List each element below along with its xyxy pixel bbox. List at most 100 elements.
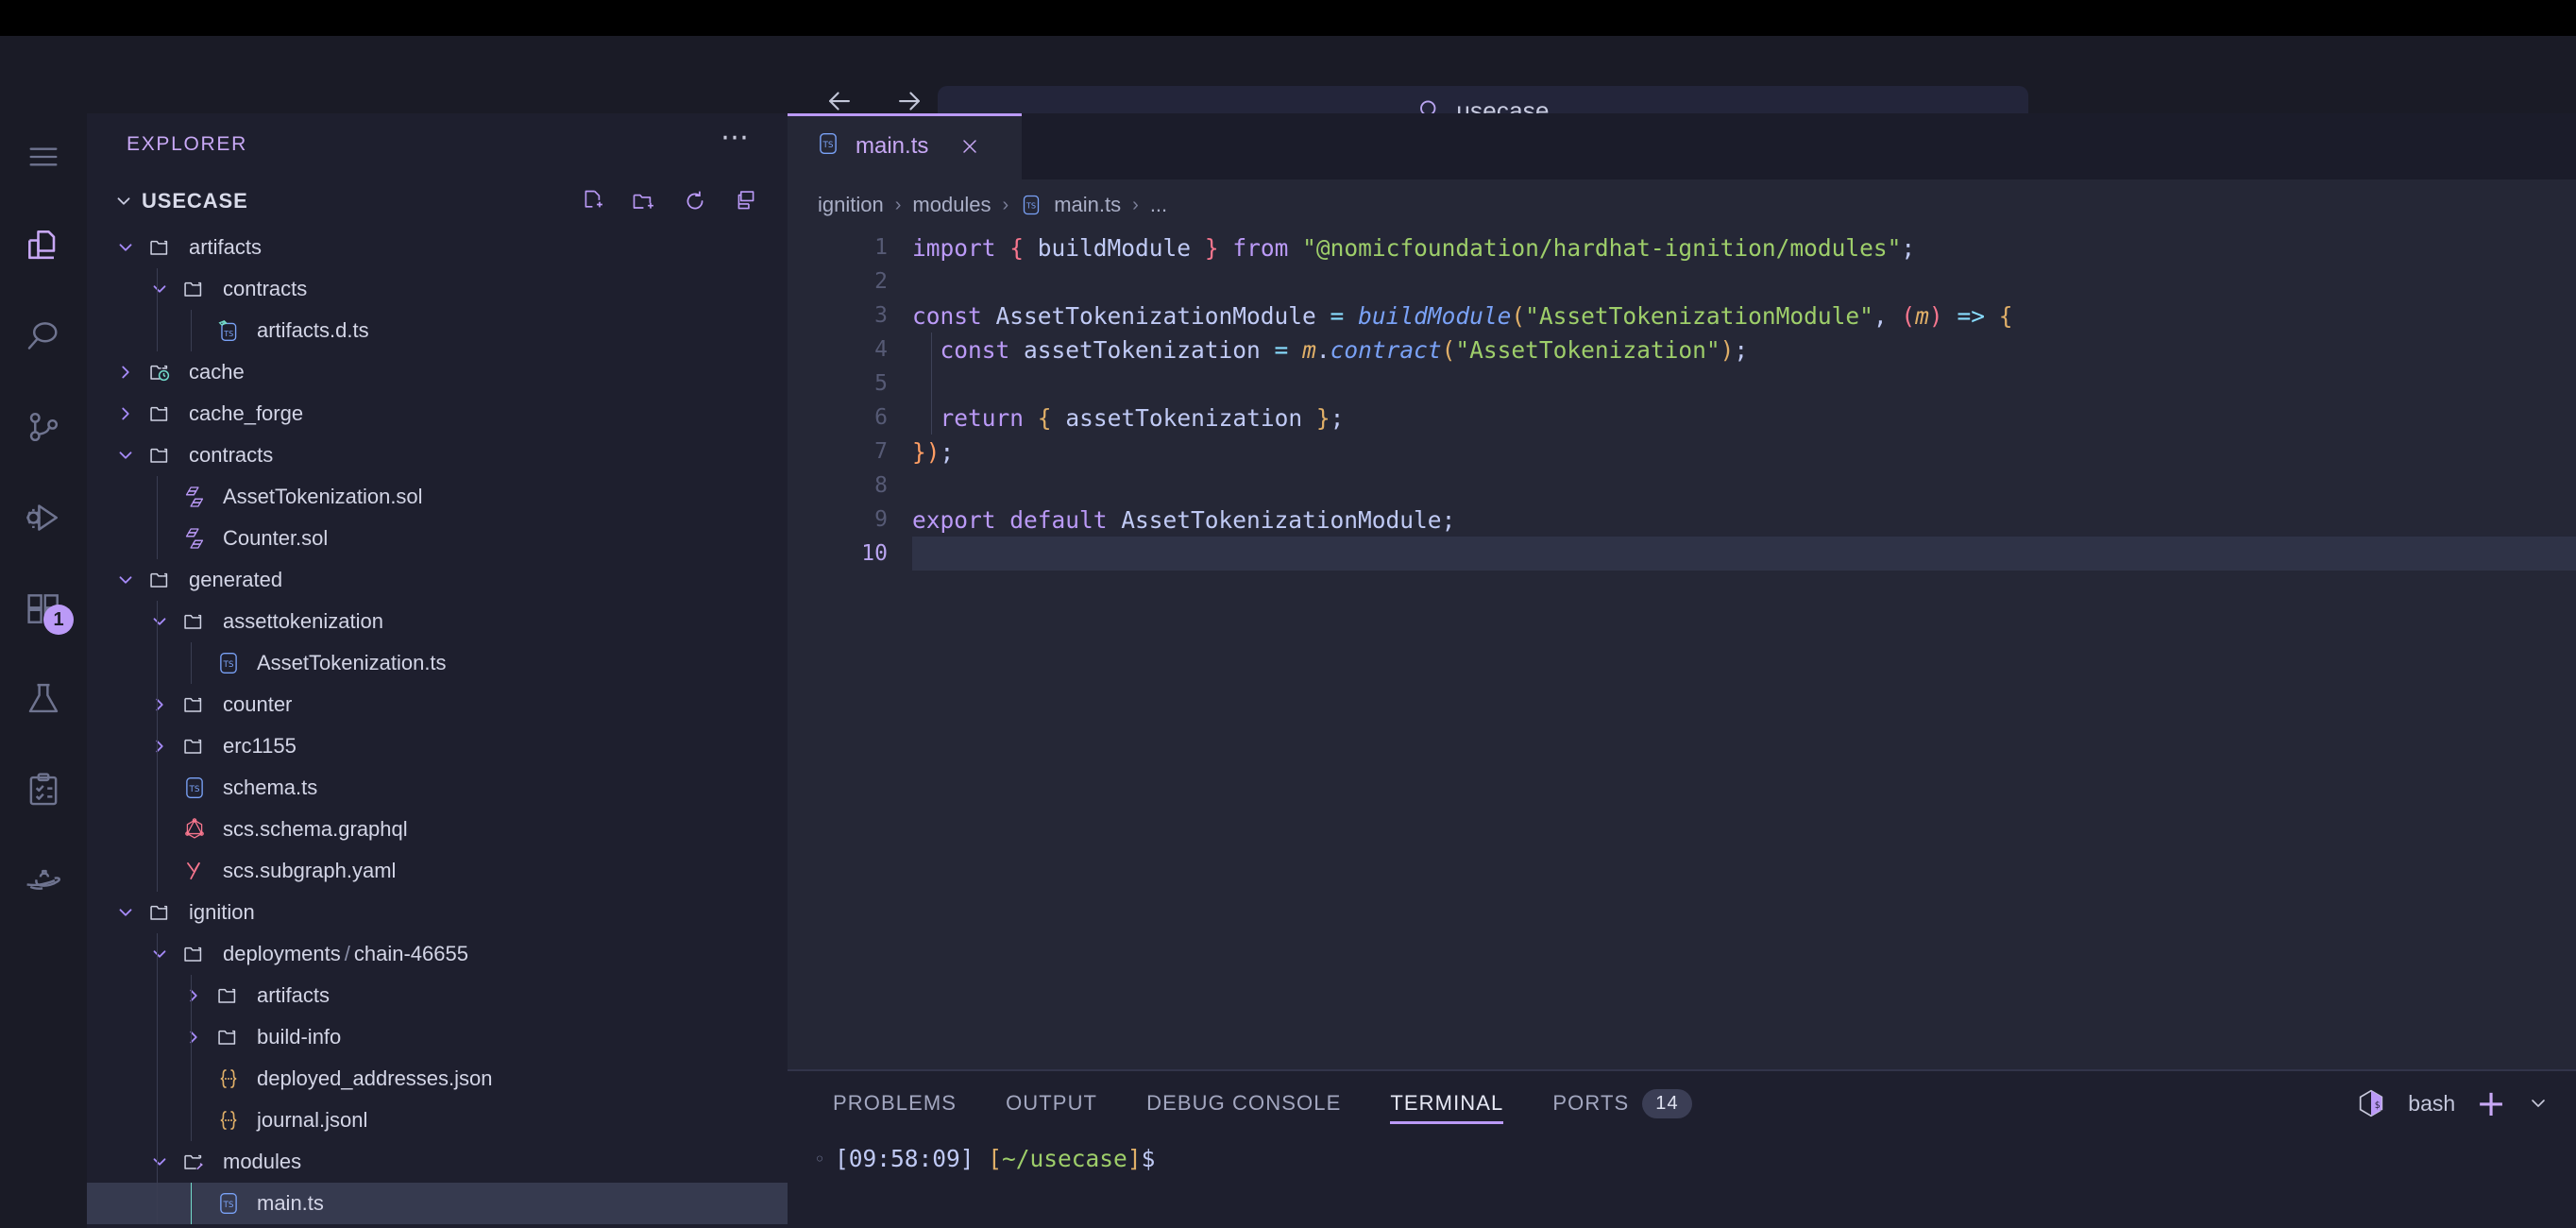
chevron-right-icon[interactable] (144, 694, 176, 715)
code-token: = (1330, 302, 1345, 330)
chevron-down-icon[interactable] (110, 445, 142, 466)
icon-wrap: TS (210, 651, 247, 675)
explorer-root-row[interactable]: USECASE (87, 176, 788, 227)
breadcrumb-item-2[interactable]: main.ts (1054, 193, 1121, 217)
code-line[interactable]: 4 const assetTokenization = m.contract("… (788, 333, 2576, 367)
menu-icon[interactable] (0, 113, 87, 200)
tree-item-label: contracts (223, 277, 307, 301)
chevron-down-icon[interactable] (110, 191, 138, 212)
json-icon (215, 1107, 242, 1134)
search-icon[interactable] (0, 291, 87, 382)
code-line[interactable]: 2 (788, 264, 2576, 298)
tree-file-row[interactable]: scs.schema.graphql (87, 809, 788, 850)
terminal-shell-name[interactable]: bash (2408, 1091, 2455, 1117)
chevron-down-icon[interactable] (110, 237, 142, 258)
terminal-bracket-close: ] (1127, 1145, 1142, 1172)
indent-guide (191, 1100, 192, 1141)
tree-folder-row[interactable]: contracts (87, 268, 788, 310)
tree-folder-row[interactable]: artifacts (87, 975, 788, 1016)
panel-tab-ports[interactable]: PORTS14 (1552, 1069, 1691, 1137)
tree-file-row[interactable]: AssetTokenization.sol (87, 476, 788, 518)
chevron-right-icon[interactable] (178, 985, 210, 1006)
tree-folder-row[interactable]: cache (87, 351, 788, 393)
tree-folder-row[interactable]: modules (87, 1141, 788, 1183)
code-token (996, 506, 1010, 534)
code-line[interactable]: 9export default AssetTokenizationModule; (788, 503, 2576, 537)
breadcrumb-item-1[interactable]: modules (912, 193, 991, 217)
ellipsis-icon[interactable]: ⋯ (720, 133, 752, 156)
tree-folder-row[interactable]: assettokenization (87, 601, 788, 642)
code-line[interactable]: 10 (788, 537, 2576, 571)
tree-folder-row[interactable]: cache_forge (87, 393, 788, 435)
folder-open-icon (147, 567, 174, 593)
indent-guide (157, 642, 158, 684)
tree-file-row[interactable]: Counter.sol (87, 518, 788, 559)
editor-tab-main-ts[interactable]: TS main.ts (788, 113, 1022, 179)
testing-icon[interactable] (0, 654, 87, 744)
tree-file-row[interactable]: TSschema.ts (87, 767, 788, 809)
solidity-icon (182, 485, 207, 509)
tree-item-sublabel: chain-46655 (354, 942, 468, 965)
chevron-down-icon[interactable] (2527, 1092, 2550, 1115)
chevron-right-icon[interactable] (144, 736, 176, 757)
refresh-explorer-icon[interactable] (682, 188, 708, 214)
typescript-def-icon: TS (216, 318, 241, 343)
close-icon[interactable] (958, 135, 981, 158)
tree-folder-row[interactable]: ignition (87, 892, 788, 933)
genie-lamp-icon[interactable] (0, 835, 87, 926)
panel-tab-debug-console[interactable]: DEBUG CONSOLE (1146, 1069, 1341, 1137)
chevron-right-icon[interactable] (178, 1027, 210, 1048)
svg-text:TS: TS (222, 1201, 233, 1210)
tree-folder-row[interactable]: counter (87, 684, 788, 725)
tree-folder-row[interactable]: deployments/chain-46655 (87, 933, 788, 975)
panel-tab-output[interactable]: OUTPUT (1006, 1069, 1097, 1137)
new-file-icon[interactable] (580, 188, 606, 214)
chevron-down-icon[interactable] (144, 1151, 176, 1172)
folder-cache-icon (147, 359, 174, 385)
tree-folder-row[interactable]: artifacts (87, 227, 788, 268)
code-editor[interactable]: 1import { buildModule } from "@nomicfoun… (788, 230, 2576, 571)
chevron-right-icon[interactable] (110, 362, 142, 383)
tree-folder-row[interactable]: erc1155 (87, 725, 788, 767)
explorer-icon[interactable] (0, 200, 87, 291)
tree-file-row[interactable]: deployed_addresses.json (87, 1058, 788, 1100)
panel-tab-terminal[interactable]: TERMINAL (1390, 1069, 1503, 1137)
tasks-icon[interactable] (0, 744, 87, 835)
code-token: export (912, 506, 996, 534)
chevron-right-icon[interactable] (110, 403, 142, 424)
tree-file-row[interactable]: TSmain.ts (87, 1183, 788, 1224)
tree-item-label: erc1155 (223, 734, 297, 759)
tree-folder-row[interactable]: contracts (87, 435, 788, 476)
tree-file-row[interactable]: TSartifacts.d.ts (87, 310, 788, 351)
plus-icon[interactable]: + (2476, 1093, 2506, 1115)
extensions-icon[interactable]: 1 (0, 563, 87, 654)
breadcrumb-item-3[interactable]: ... (1150, 193, 1167, 217)
folder-open-icon (147, 234, 174, 261)
tree-file-row[interactable]: scs.subgraph.yaml (87, 850, 788, 892)
code-token: ; (1330, 404, 1345, 432)
new-folder-icon[interactable] (631, 188, 657, 214)
code-line[interactable]: 3const AssetTokenizationModule = buildMo… (788, 298, 2576, 333)
terminal-prompt-line[interactable]: ◦ [09:58:09] [ ~/usecase ] $ (788, 1145, 2576, 1172)
run-and-debug-icon[interactable] (0, 472, 87, 563)
svg-text:TS: TS (222, 660, 233, 670)
chevron-down-icon[interactable] (110, 902, 142, 923)
tree-folder-row[interactable]: generated (87, 559, 788, 601)
code-line[interactable]: 8 (788, 469, 2576, 503)
tree-file-row[interactable]: journal.jsonl (87, 1100, 788, 1141)
chevron-down-icon[interactable] (144, 279, 176, 299)
chevron-down-icon[interactable] (144, 944, 176, 964)
panel-tab-problems[interactable]: PROBLEMS (833, 1069, 957, 1137)
breadcrumb-item-0[interactable]: ignition (818, 193, 884, 217)
code-line[interactable]: 5 (788, 367, 2576, 401)
code-line[interactable]: 1import { buildModule } from "@nomicfoun… (788, 230, 2576, 264)
code-line[interactable]: 7}); (788, 435, 2576, 469)
source-control-icon[interactable] (0, 382, 87, 472)
tree-folder-row[interactable]: build-info (87, 1016, 788, 1058)
collapse-folders-icon[interactable] (733, 188, 759, 214)
code-token: contract (1330, 336, 1442, 364)
code-line[interactable]: 6 return { assetTokenization }; (788, 401, 2576, 435)
chevron-down-icon[interactable] (144, 611, 176, 632)
chevron-down-icon[interactable] (110, 570, 142, 590)
tree-file-row[interactable]: TSAssetTokenization.ts (87, 642, 788, 684)
